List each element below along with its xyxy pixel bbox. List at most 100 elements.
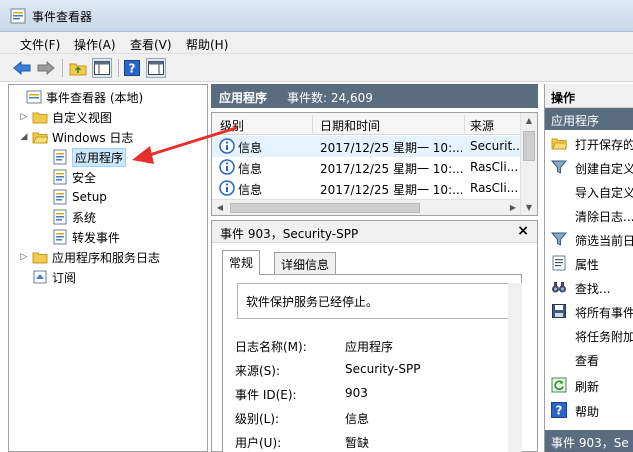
show-action-pane-icon[interactable] <box>146 58 166 78</box>
subscription-icon <box>33 270 47 284</box>
tree-label: Windows 日志 <box>52 130 134 145</box>
horizontal-scrollbar[interactable]: ◀ ▶ <box>212 199 521 215</box>
binoculars-icon <box>552 282 566 293</box>
row-datetime: 2017/12/25 星期一 10:... <box>320 162 462 176</box>
navigation-tree: 事件查看器 (本地) ▷ 自定义视图 ◢ Windows 日志 应用程序 安全 … <box>8 84 208 452</box>
menu-file[interactable]: 文件(F) <box>20 36 60 53</box>
tree-label: 应用程序 <box>72 147 127 167</box>
event-viewer-icon <box>10 8 26 24</box>
action-view[interactable]: 查看 <box>545 348 633 370</box>
help-icon[interactable]: ? <box>122 58 142 78</box>
log-icon <box>53 189 67 205</box>
folder-icon <box>32 252 48 264</box>
window-title: 事件查看器 <box>32 10 93 24</box>
tree-item-forwarded-events[interactable]: 转发事件 <box>39 227 120 247</box>
expand-arrow-icon[interactable]: ▷ <box>19 112 29 122</box>
action-open-saved-log[interactable]: 打开保存的 <box>545 132 633 154</box>
event-description: 软件保护服务已经停止。 <box>237 283 509 319</box>
column-level[interactable]: 级别 <box>220 117 244 134</box>
row-source: Securit... <box>470 139 520 153</box>
tree-item-subscriptions[interactable]: 订阅 <box>19 267 76 287</box>
menu-action[interactable]: 操作(A) <box>74 36 116 53</box>
action-create-custom-view[interactable]: 创建自定义 <box>545 156 633 178</box>
table-row[interactable]: 信息 2017/12/25 星期一 10:... RasCli... <box>212 157 521 178</box>
action-filter-current-log[interactable]: 筛选当前日 <box>545 228 633 250</box>
tree-item-system[interactable]: 系统 <box>39 207 96 227</box>
tree-item-security[interactable]: 安全 <box>39 167 96 187</box>
tab-details[interactable]: 详细信息 <box>274 252 337 274</box>
info-icon <box>219 138 235 154</box>
svg-text:?: ? <box>556 404 563 418</box>
scroll-up-icon[interactable]: ▲ <box>521 113 537 129</box>
action-refresh[interactable]: 刷新 <box>545 374 633 396</box>
back-arrow-icon[interactable] <box>12 58 32 78</box>
field-value: Security-SPP <box>345 362 421 376</box>
log-name-title: 应用程序 <box>219 91 268 105</box>
actions-event-title: 事件 903，Se <box>551 436 629 450</box>
row-datetime: 2017/12/25 星期一 10:... <box>320 141 462 155</box>
collapse-arrow-icon[interactable]: ◢ <box>19 132 29 142</box>
field-label: 事件 ID(E): <box>235 388 297 402</box>
tree-item-setup[interactable]: Setup <box>39 187 107 207</box>
tab-content: 软件保护服务已经停止。 日志名称(M): 应用程序 来源(S): Securit… <box>222 274 522 452</box>
filter-icon <box>551 232 567 246</box>
action-help[interactable]: ? 帮助 <box>545 399 633 421</box>
field-label: 来源(S): <box>235 364 281 378</box>
tab-general[interactable]: 常规 <box>222 250 261 275</box>
action-import-custom-view[interactable]: 导入自定义 <box>545 180 633 202</box>
filter-icon <box>551 160 567 174</box>
close-icon[interactable]: × <box>517 223 529 239</box>
scroll-thumb[interactable] <box>523 131 535 161</box>
events-header: 应用程序 事件数: 24,609 <box>211 84 538 108</box>
table-row[interactable]: 信息 2017/12/25 星期一 10:... RasCli... <box>212 178 521 199</box>
folder-icon <box>32 112 48 124</box>
actions-section-title: 应用程序 <box>551 114 600 128</box>
scroll-down-icon[interactable]: ▼ <box>521 200 537 215</box>
expand-arrow-icon[interactable]: ▷ <box>19 252 29 262</box>
field-value: 903 <box>345 386 368 400</box>
events-table-header: 级别 日期和时间 来源 <box>212 113 521 135</box>
log-icon <box>53 169 67 185</box>
tree-item-custom-views[interactable]: ▷ 自定义视图 <box>19 107 112 127</box>
actions-title: 操作 <box>551 91 576 105</box>
info-icon <box>219 159 235 175</box>
action-clear-log[interactable]: 清除日志... <box>545 204 633 226</box>
field-value: 信息 <box>345 412 370 426</box>
tree-item-windows-logs[interactable]: ◢ Windows 日志 <box>19 127 134 147</box>
event-detail-panel: 事件 903，Security-SPP × 常规 详细信息 软件保护服务已经停止… <box>211 220 538 452</box>
field-value: 应用程序 <box>345 340 394 354</box>
row-source: RasCli... <box>470 181 519 195</box>
tree-item-application[interactable]: 应用程序 <box>39 147 127 167</box>
tree-label: 系统 <box>72 210 97 225</box>
scroll-left-icon[interactable]: ◀ <box>212 200 228 215</box>
column-datetime[interactable]: 日期和时间 <box>320 117 380 134</box>
action-properties[interactable]: 属性 <box>545 252 633 274</box>
field-label: 级别(L): <box>235 412 280 426</box>
detail-scrollbar[interactable] <box>508 283 522 452</box>
action-attach-task[interactable]: 将任务附加 <box>545 324 633 346</box>
vertical-scrollbar[interactable]: ▲ ▼ <box>520 113 537 215</box>
forward-arrow-icon[interactable] <box>36 58 56 78</box>
actions-section[interactable]: 应用程序 <box>545 108 633 130</box>
action-find[interactable]: 查找... <box>545 276 633 298</box>
row-level: 信息 <box>238 141 263 155</box>
tree-item-app-service-logs[interactable]: ▷ 应用程序和服务日志 <box>19 247 160 267</box>
toolbar: ? <box>0 54 633 82</box>
event-detail-title: 事件 903，Security-SPP <box>220 227 359 241</box>
column-source[interactable]: 来源 <box>470 117 494 134</box>
scroll-right-icon[interactable]: ▶ <box>505 200 521 215</box>
properties-icon <box>552 255 566 271</box>
menu-view[interactable]: 查看(V) <box>130 36 172 53</box>
menu-bar: 文件(F) 操作(A) 查看(V) 帮助(H) <box>0 32 633 54</box>
tree-label: 应用程序和服务日志 <box>52 250 161 265</box>
action-save-all-events[interactable]: 将所有事件 <box>545 300 633 322</box>
actions-event-section[interactable]: 事件 903，Se <box>545 430 633 452</box>
tree-label: 订阅 <box>52 270 77 285</box>
table-row[interactable]: 信息 2017/12/25 星期一 10:... Securit... <box>212 136 521 157</box>
row-source: RasCli... <box>470 160 519 174</box>
menu-help[interactable]: 帮助(H) <box>186 36 228 53</box>
tree-item-root[interactable]: 事件查看器 (本地) <box>13 87 143 107</box>
show-hide-tree-icon[interactable] <box>92 58 112 78</box>
folder-up-icon[interactable] <box>68 58 88 78</box>
scroll-thumb[interactable] <box>230 203 420 213</box>
